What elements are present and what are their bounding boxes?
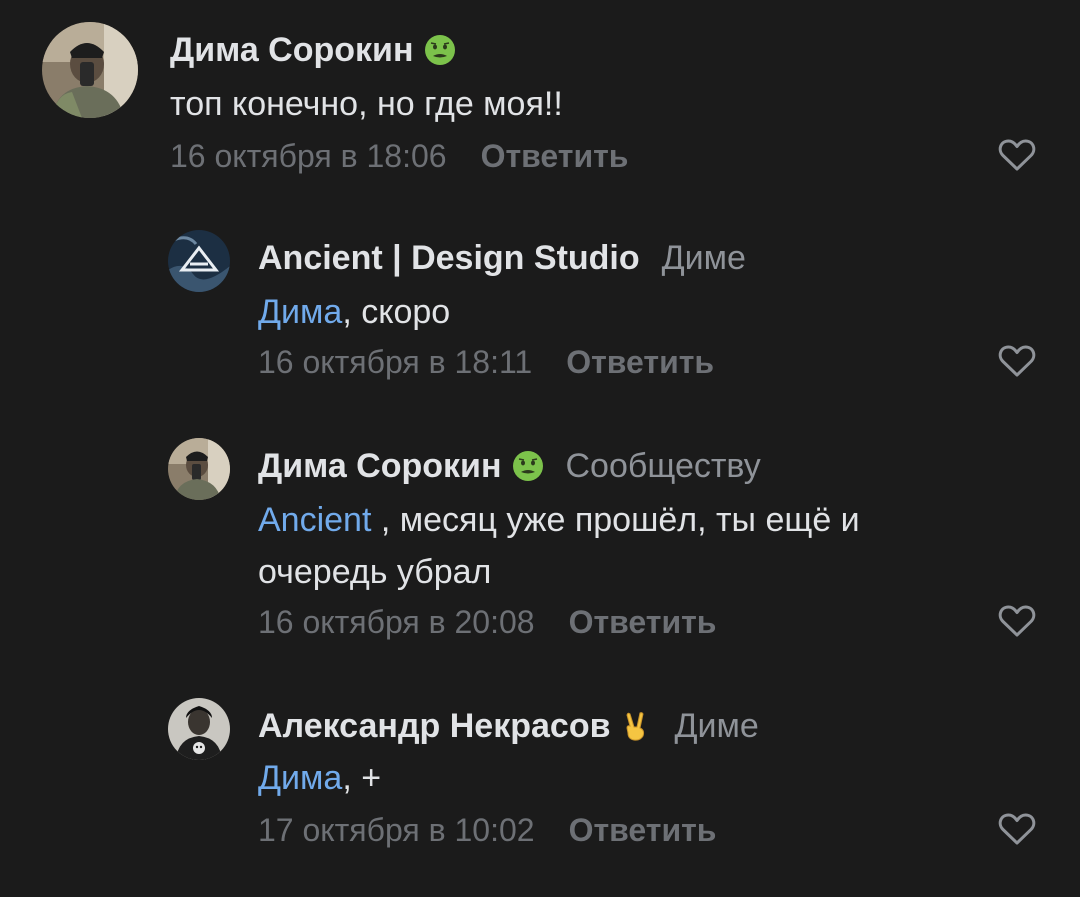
author-name[interactable]: Александр Некрасов [258, 707, 610, 745]
victory-hand-emoji-icon [620, 710, 652, 742]
user-photo-icon [168, 438, 230, 500]
avatar[interactable] [168, 438, 230, 500]
heart-outline-icon [998, 139, 1036, 171]
nauseated-face-emoji-icon [512, 450, 544, 482]
mention-link[interactable]: Дима [258, 293, 342, 331]
comment-body: топ конечно, но где моя!! [170, 85, 563, 123]
reply-button[interactable]: Ответить [566, 344, 714, 380]
comment: Дима Сорокин топ конечно, но где моя!! 1… [0, 0, 1080, 200]
comment-body: , скоро [342, 293, 451, 331]
comment-text: Дима, скоро [258, 286, 978, 338]
comment-header: Ancient | Design Studio Диме [258, 238, 746, 278]
heart-outline-icon [998, 813, 1036, 845]
comment-date[interactable]: 16 октября в 18:06 [170, 138, 447, 174]
comment-meta: 16 октября в 20:08 Ответить [258, 602, 716, 642]
like-button[interactable] [998, 604, 1036, 638]
heart-outline-icon [998, 345, 1036, 377]
reply-target[interactable]: Сообществу [566, 447, 761, 485]
comment-header: Дима Сорокин Сообществу [258, 446, 761, 486]
comment-text: Ancient , месяц уже прошёл, ты ещё и оче… [258, 494, 978, 598]
nauseated-face-emoji-icon [424, 34, 456, 66]
reply-button[interactable]: Ответить [569, 604, 717, 640]
mention-link[interactable]: Ancient [258, 501, 371, 539]
reply-target[interactable]: Диме [662, 239, 746, 277]
author-name[interactable]: Ancient | Design Studio [258, 239, 640, 277]
heart-outline-icon [998, 605, 1036, 637]
user-photo-icon [168, 698, 230, 760]
like-button[interactable] [998, 812, 1036, 846]
reply-button[interactable]: Ответить [569, 812, 717, 848]
ancient-logo-icon [168, 230, 230, 292]
like-button[interactable] [998, 344, 1036, 378]
comment-text: топ конечно, но где моя!! [170, 78, 890, 130]
avatar[interactable] [42, 22, 138, 118]
user-photo-icon [42, 22, 138, 118]
comment-meta: 17 октября в 10:02 Ответить [258, 810, 716, 850]
mention-link[interactable]: Дима [258, 759, 342, 797]
author-name[interactable]: Дима Сорокин [258, 447, 502, 485]
author-name[interactable]: Дима Сорокин [170, 31, 414, 69]
comment-text: Дима, + [258, 752, 978, 804]
comment-date[interactable]: 17 октября в 10:02 [258, 812, 535, 848]
comment-meta: 16 октября в 18:06 Ответить [170, 136, 628, 176]
reply-target[interactable]: Диме [674, 707, 758, 745]
comment-body: , + [342, 759, 382, 797]
comment-meta: 16 октября в 18:11 Ответить [258, 342, 714, 382]
comment-header: Александр Некрасов Диме [258, 706, 759, 746]
comment-date[interactable]: 16 октября в 18:11 [258, 344, 532, 380]
comment-date[interactable]: 16 октября в 20:08 [258, 604, 535, 640]
reply-button[interactable]: Ответить [481, 138, 629, 174]
comment-header: Дима Сорокин [170, 30, 456, 70]
like-button[interactable] [998, 138, 1036, 172]
avatar[interactable] [168, 698, 230, 760]
avatar[interactable] [168, 230, 230, 292]
